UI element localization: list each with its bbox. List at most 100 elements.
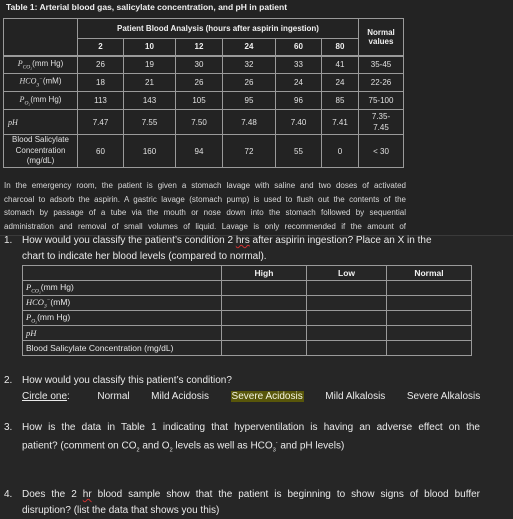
value-cell: 85 <box>321 91 359 110</box>
value-cell: 26 <box>77 54 124 74</box>
choice-mild-alkalosis[interactable]: Mild Alkalosis <box>325 391 385 402</box>
value-cell: 105 <box>175 91 223 110</box>
value-cell: 60 <box>77 134 124 168</box>
question-text: Does the 2 hr blood sample show that the… <box>22 489 480 500</box>
value-cell: 26 <box>222 73 276 92</box>
question-text: How would you classify the patient’s con… <box>22 235 432 246</box>
value-cell: 41 <box>321 54 359 74</box>
value-cell: 18 <box>77 73 124 92</box>
question-number: 4. <box>4 489 13 500</box>
choice-severe-acidosis[interactable]: Severe Acidosis <box>230 390 304 402</box>
question-number: 3. <box>4 422 13 433</box>
corner-cell <box>3 18 78 56</box>
classification-table: High Low Normal PCO₂(mm Hg) HCO3−(mM) PO… <box>22 265 472 356</box>
lavage-paragraph: In the emergency room, the patient is gi… <box>4 179 406 233</box>
answer-cell[interactable] <box>221 295 307 311</box>
table1-caption: Table 1: Arterial blood gas, salicylate … <box>6 2 288 12</box>
value-cell: 33 <box>275 54 322 74</box>
choice-list: Circle one: Normal Mild Acidosis Severe … <box>22 390 481 402</box>
question-text: How would you classify this patient’s co… <box>22 375 232 386</box>
choice-mild-acidosis[interactable]: Mild Acidosis <box>151 391 209 402</box>
question-text: patient? (comment on CO2 and O2 levels a… <box>22 439 345 453</box>
spelling-flag[interactable]: hrs <box>236 235 250 246</box>
row-label: PO₂(mm Hg) <box>22 310 222 326</box>
row-label: PCO₂(mm Hg) <box>22 280 222 296</box>
row-label: Blood Salicylate Concentration (mg/dL) <box>3 134 78 168</box>
question-number: 2. <box>4 375 13 386</box>
row-label: PCO₂(mm Hg) <box>3 54 78 74</box>
column-header-high: High <box>221 265 307 281</box>
value-cell: 113 <box>77 91 124 110</box>
value-cell: 30 <box>175 54 223 74</box>
value-cell: 96 <box>275 91 322 110</box>
row-label: pH <box>22 325 222 341</box>
value-cell: 94 <box>175 134 223 168</box>
value-cell: 21 <box>123 73 176 92</box>
answer-cell[interactable] <box>386 325 472 341</box>
value-cell: 72 <box>222 134 276 168</box>
row-label: HCO3−(mM) <box>22 295 222 311</box>
blank-header <box>22 265 222 281</box>
table-row-hco3: HCO3−(mM) 18 21 26 26 24 24 22-26 <box>3 73 404 92</box>
paragraph-line: charcoal to adsorb the aspirin. A gastri… <box>4 194 406 204</box>
paragraph-line: In the emergency room, the patient is gi… <box>4 181 406 190</box>
hour-header: 80 <box>321 38 359 56</box>
choice-severe-alkalosis[interactable]: Severe Alkalosis <box>407 391 480 402</box>
answer-cell[interactable] <box>221 340 307 356</box>
table-row-ph: pH 7.47 7.55 7.50 7.48 7.40 7.41 7.35-7.… <box>3 109 404 135</box>
value-cell: 32 <box>222 54 276 74</box>
hour-header: 12 <box>175 38 223 56</box>
answer-cell[interactable] <box>386 280 472 296</box>
table-row: PO₂(mm Hg) <box>22 310 472 326</box>
answer-cell[interactable] <box>221 310 307 326</box>
hour-header: 24 <box>222 38 276 56</box>
paragraph-line: stomach by passage of a tube via the mou… <box>4 208 406 217</box>
hour-header: 60 <box>275 38 322 56</box>
answer-cell[interactable] <box>386 340 472 356</box>
value-cell: 7.40 <box>275 109 322 135</box>
value-cell: 26 <box>175 73 223 92</box>
value-cell: 24 <box>275 73 322 92</box>
choice-normal[interactable]: Normal <box>97 391 129 402</box>
answer-cell[interactable] <box>306 325 387 341</box>
value-cell: 7.48 <box>222 109 276 135</box>
circle-one-label: Circle one <box>22 390 68 402</box>
hour-header: 10 <box>123 38 176 56</box>
answer-cell[interactable] <box>306 295 387 311</box>
question-text: disruption? (list the data that shows yo… <box>22 504 220 516</box>
spelling-flag[interactable]: hr <box>83 489 92 500</box>
paragraph-line: administration and removal of small volu… <box>4 221 406 231</box>
answer-cell[interactable] <box>221 325 307 341</box>
question-text: chart to indicate her blood levels (comp… <box>22 250 267 262</box>
table-row: pH <box>22 325 472 341</box>
answer-cell[interactable] <box>221 280 307 296</box>
normal-values-header: Normal values <box>358 18 404 56</box>
value-cell: 55 <box>275 134 322 168</box>
row-label: pH <box>3 109 78 135</box>
value-cell: 95 <box>222 91 276 110</box>
value-cell: 0 <box>321 134 359 168</box>
answer-cell[interactable] <box>386 310 472 326</box>
normal-cell: 7.35-7.45 <box>358 109 404 135</box>
answer-cell[interactable] <box>306 340 387 356</box>
table-row: PCO₂(mm Hg) <box>22 280 472 296</box>
column-header-low: Low <box>306 265 387 281</box>
answer-cell[interactable] <box>386 295 472 311</box>
answer-cell[interactable] <box>306 310 387 326</box>
answer-cell[interactable] <box>306 280 387 296</box>
value-cell: 143 <box>123 91 176 110</box>
group-header: Patient Blood Analysis (hours after aspi… <box>77 18 359 39</box>
question-number: 1. <box>4 235 13 246</box>
table-row: Blood Salicylate Concentration (mg/dL) <box>22 340 472 356</box>
value-cell: 24 <box>321 73 359 92</box>
normal-cell: 35-45 <box>358 54 404 74</box>
normal-cell: 22-26 <box>358 73 404 92</box>
hour-header: 2 <box>77 38 124 56</box>
table-row: HCO3−(mM) <box>22 295 472 311</box>
row-label: Blood Salicylate Concentration (mg/dL) <box>22 340 222 356</box>
value-cell: 19 <box>123 54 176 74</box>
value-cell: 7.41 <box>321 109 359 135</box>
table-row-salicylate: Blood Salicylate Concentration (mg/dL) 6… <box>3 134 404 168</box>
value-cell: 7.55 <box>123 109 176 135</box>
table-row-pco2: PCO₂(mm Hg) 26 19 30 32 33 41 35-45 <box>3 54 404 74</box>
